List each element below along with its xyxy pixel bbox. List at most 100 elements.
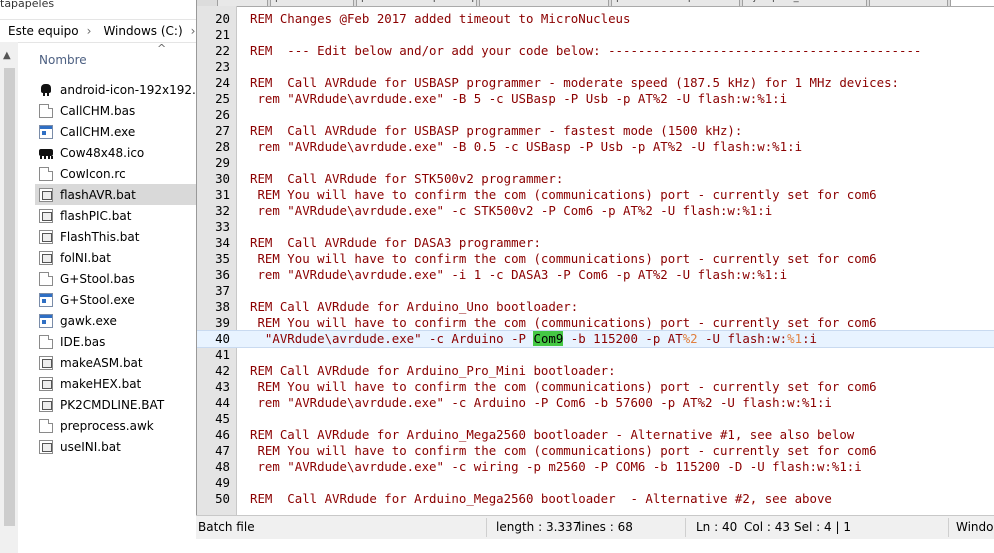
line-text[interactable]: REM You will have to confirm the com (co…: [250, 187, 876, 203]
scrollbar-thumb[interactable]: [4, 68, 15, 526]
line-text[interactable]: REM Call AVRdude for Arduino_Mega2560 bo…: [250, 427, 854, 443]
line-text[interactable]: rem "AVRdude\avrdude.exe" -c wiring -p m…: [250, 459, 861, 475]
code-line[interactable]: 28 rem "AVRdude\avrdude.exe" -B 0.5 -c U…: [197, 139, 994, 155]
current-code-line[interactable]: 40 "AVRdude\avrdude.exe" -c Arduino -P C…: [197, 330, 994, 348]
code-line[interactable]: 41: [197, 347, 994, 363]
line-text[interactable]: REM You will have to confirm the com (co…: [250, 443, 876, 459]
file-item[interactable]: useINI.bat: [35, 436, 196, 457]
line-text[interactable]: REM You will have to confirm the com (co…: [250, 251, 876, 267]
line-number: 46: [215, 427, 230, 442]
code-line[interactable]: 24 REM Call AVRdude for USBASP programmer…: [197, 75, 994, 91]
editor-tab[interactable]: parser.cfc: [270, 0, 354, 6]
code-line[interactable]: 45: [197, 411, 994, 427]
line-text[interactable]: REM Call AVRdude for Arduino_Uno bootloa…: [250, 299, 578, 315]
batch-icon: [39, 439, 53, 454]
editor-tab[interactable]: Ejemplo1_01.bas: [742, 0, 867, 6]
file-item[interactable]: flashPIC.bat: [35, 205, 196, 226]
editor-tab[interactable]: picmodulotemplate.mm: [611, 0, 740, 6]
code-editor[interactable]: flow-F...parser.cfcpicmodulotemplate.rep…: [196, 0, 994, 515]
file-item[interactable]: makeASM.bat: [35, 352, 196, 373]
code-line[interactable]: 38 REM Call AVRdude for Arduino_Uno bootl…: [197, 299, 994, 315]
editor-tab[interactable]: picmodulotemplate.rep: [356, 0, 477, 6]
code-line[interactable]: 37: [197, 283, 994, 299]
code-line[interactable]: 27 REM Call AVRdude for USBASP programmer…: [197, 123, 994, 139]
line-text[interactable]: REM Call AVRdude for STK500v2 programmer…: [250, 171, 563, 187]
code-line[interactable]: 31 REM You will have to confirm the com …: [197, 187, 994, 203]
code-line[interactable]: 21: [197, 27, 994, 43]
code-line[interactable]: 32 rem "AVRdude\avrdude.exe" -c STK500v2…: [197, 203, 994, 219]
line-text[interactable]: REM You will have to confirm the com (co…: [250, 379, 876, 395]
line-number: 35: [215, 251, 230, 266]
file-item[interactable]: CallCHM.bas: [35, 100, 196, 121]
breadcrumb-item-windows-c[interactable]: Windows (C:): [95, 24, 186, 38]
line-number: 47: [215, 443, 230, 458]
code-line[interactable]: 36 rem "AVRdude\avrdude.exe" -i 1 -c DAS…: [197, 267, 994, 283]
file-item[interactable]: flashAVR.bat: [35, 184, 196, 205]
code-area[interactable]: 20 REM Changes @Feb 2017 added timeout to…: [197, 11, 994, 507]
batch-icon: [39, 376, 53, 391]
vertical-scrollbar[interactable]: ▲: [0, 42, 18, 553]
col-label: Col :: [744, 520, 771, 534]
line-indicator: Ln : 40: [696, 520, 737, 534]
file-item[interactable]: G+Stool.exe: [35, 289, 196, 310]
code-line[interactable]: 46 REM Call AVRdude for Arduino_Mega2560 …: [197, 427, 994, 443]
code-line[interactable]: 47 REM You will have to confirm the com …: [197, 443, 994, 459]
editor-tab[interactable]: module.bas: [479, 0, 609, 6]
code-line[interactable]: 49: [197, 475, 994, 491]
code-line[interactable]: 29: [197, 155, 994, 171]
code-line[interactable]: 33: [197, 219, 994, 235]
breadcrumb-item-este-equipo[interactable]: Este equipo: [0, 24, 83, 38]
file-item[interactable]: gawk.exe: [35, 310, 196, 331]
code-line[interactable]: 44 rem "AVRdude\avrdude.exe" -c Arduino …: [197, 395, 994, 411]
line-number: 23: [215, 59, 230, 74]
file-item[interactable]: folNI.bat: [35, 247, 196, 268]
ico-image-icon: [39, 83, 53, 97]
code-line[interactable]: 30 REM Call AVRdude for STK500v2 programm…: [197, 171, 994, 187]
code-line[interactable]: 34 REM Call AVRdude for DASA3 programmer:: [197, 235, 994, 251]
file-item[interactable]: makeHEX.bat: [35, 373, 196, 394]
code-line[interactable]: 25 rem "AVRdude\avrdude.exe" -B 5 -c USB…: [197, 91, 994, 107]
file-item[interactable]: Cow48x48.ico: [35, 142, 196, 163]
line-text[interactable]: REM Call AVRdude for Arduino_Pro_Mini bo…: [250, 363, 616, 379]
code-line[interactable]: 50 REM Call AVRdude for Arduino_Mega2560 …: [197, 491, 994, 507]
line-text[interactable]: REM You will have to confirm the com (co…: [250, 315, 876, 331]
line-text[interactable]: REM Call AVRdude for DASA3 programmer:: [250, 235, 541, 251]
line-text[interactable]: rem "AVRdude\avrdude.exe" -B 5 -c USBasp…: [250, 91, 787, 107]
code-line[interactable]: 22 REM --- Edit below and/or add your cod…: [197, 43, 994, 59]
line-text[interactable]: rem "AVRdude\avrdude.exe" -i 1 -c DASA3 …: [250, 267, 787, 283]
line-number: 28: [215, 139, 230, 154]
batch-icon: [39, 208, 53, 223]
code-line[interactable]: 26: [197, 107, 994, 123]
line-text[interactable]: REM Call AVRdude for USBASP programmer -…: [250, 123, 742, 139]
scroll-up-icon[interactable]: ▲: [3, 50, 11, 61]
file-item[interactable]: G+Stool.bas: [35, 268, 196, 289]
code-line[interactable]: 42 REM Call AVRdude for Arduino_Pro_Mini …: [197, 363, 994, 379]
line-text[interactable]: "AVRdude\avrdude.exe" -c Arduino -P Com9…: [250, 331, 817, 347]
col-value: 43: [774, 520, 791, 534]
file-item[interactable]: preprocess.awk: [35, 415, 196, 436]
line-text[interactable]: rem "AVRdude\avrdude.exe" -c STK500v2 -P…: [250, 203, 772, 219]
file-item[interactable]: IDE.bas: [35, 331, 196, 352]
code-line[interactable]: 43 REM You will have to confirm the com …: [197, 379, 994, 395]
line-text[interactable]: REM Changes @Feb 2017 added timeout to M…: [250, 11, 630, 27]
code-line[interactable]: 48 rem "AVRdude\avrdude.exe" -c wiring -…: [197, 459, 994, 475]
column-header-name[interactable]: ^ Nombre: [20, 42, 196, 76]
file-item[interactable]: CowIcon.rc: [35, 163, 196, 184]
code-line[interactable]: 23: [197, 59, 994, 75]
breadcrumb[interactable]: Este equipo › Windows (C:) › G: [0, 19, 196, 43]
file-item[interactable]: CallCHM.exe: [35, 121, 196, 142]
line-text[interactable]: REM Call AVRdude for USBASP programmer -…: [250, 75, 899, 91]
code-line[interactable]: 39 REM You will have to confirm the com …: [197, 315, 994, 331]
line-text[interactable]: REM --- Edit below and/or add your code …: [250, 43, 921, 59]
editor-tab[interactable]: flashAV: [950, 0, 994, 6]
line-text[interactable]: REM Call AVRdude for Arduino_Mega2560 bo…: [250, 491, 832, 507]
file-item[interactable]: android-icon-192x192.ico: [35, 79, 196, 100]
file-item[interactable]: FlashThis.bat: [35, 226, 196, 247]
code-line[interactable]: 35 REM You will have to confirm the com …: [197, 251, 994, 267]
code-line[interactable]: 20 REM Changes @Feb 2017 added timeout to…: [197, 11, 994, 27]
line-text[interactable]: rem "AVRdude\avrdude.exe" -B 0.5 -c USBa…: [250, 139, 802, 155]
line-text[interactable]: rem "AVRdude\avrdude.exe" -c Arduino -P …: [250, 395, 831, 411]
editor-tab[interactable]: flow-2: [869, 0, 948, 6]
file-item[interactable]: PK2CMDLINE.BAT: [35, 394, 196, 415]
line-number: 24: [215, 75, 230, 90]
